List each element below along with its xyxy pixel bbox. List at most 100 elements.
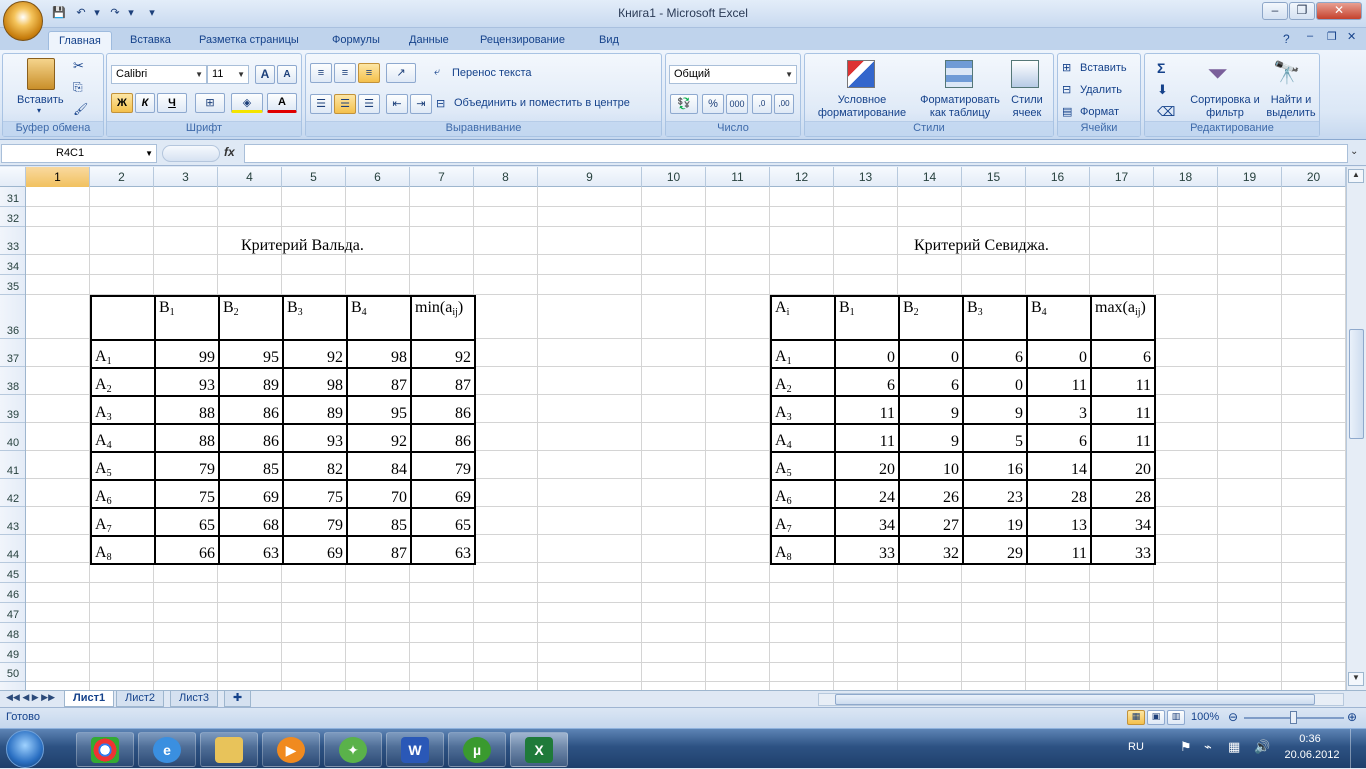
customize-qat-icon[interactable]: ▾ — [146, 5, 158, 22]
row-header[interactable]: 50 — [0, 663, 25, 682]
table-cell[interactable]: 89 — [282, 395, 348, 425]
horizontal-scrollbar[interactable] — [818, 693, 1344, 706]
office-button[interactable] — [3, 1, 43, 41]
format-as-table-button[interactable]: Форматировать как таблицу — [915, 94, 1005, 120]
italic-button[interactable]: К — [135, 93, 155, 113]
wrap-text-icon[interactable]: ⤶ — [434, 66, 440, 79]
expand-formula-bar-icon[interactable]: ⌄ — [1350, 146, 1358, 157]
row-header[interactable]: 44 — [0, 535, 25, 563]
paste-button[interactable]: Вставить — [17, 94, 64, 106]
decrease-indent-icon[interactable]: ⇤ — [386, 94, 408, 114]
table-header-cell[interactable]: B4 — [346, 295, 412, 341]
table-cell[interactable]: 11 — [1090, 395, 1156, 425]
taskbar-messenger[interactable]: ✦ — [324, 732, 382, 767]
table-cell[interactable]: 11 — [834, 395, 900, 425]
row-label-cell[interactable]: A5 — [90, 451, 156, 481]
row-label-cell[interactable]: A1 — [90, 339, 156, 369]
table-cell[interactable]: 79 — [410, 451, 476, 481]
fill-color-icon[interactable]: ◈ — [231, 93, 263, 113]
table-cell[interactable]: 87 — [410, 367, 476, 397]
table-cell[interactable]: 93 — [282, 423, 348, 453]
save-icon[interactable]: 💾 — [50, 5, 68, 22]
table-header-cell[interactable]: B3 — [962, 295, 1028, 341]
currency-format-icon[interactable]: 💱 — [670, 94, 698, 114]
table-cell[interactable]: 9 — [898, 423, 964, 453]
column-header[interactable]: 15 — [962, 167, 1026, 187]
format-cells-icon[interactable]: ▤ — [1062, 105, 1072, 118]
table-cell[interactable]: 98 — [346, 339, 412, 369]
table-cell[interactable]: 20 — [834, 451, 900, 481]
taskbar-ie[interactable]: e — [138, 732, 196, 767]
tab-insert[interactable]: Вставка — [120, 31, 181, 50]
taskbar-explorer[interactable] — [200, 732, 258, 767]
tab-view[interactable]: Вид — [589, 31, 629, 50]
column-header[interactable]: 18 — [1154, 167, 1218, 187]
wrap-text-button[interactable]: Перенос текста — [452, 67, 532, 79]
sort-filter-icon[interactable]: ⏷ — [1207, 58, 1228, 90]
table-cell[interactable]: 86 — [218, 423, 284, 453]
table-cell[interactable]: 6 — [898, 367, 964, 397]
row-header[interactable]: 34 — [0, 255, 25, 275]
table-cell[interactable]: 85 — [218, 451, 284, 481]
page-break-view-icon[interactable]: ▥ — [1167, 710, 1185, 725]
table-cell[interactable]: 32 — [898, 535, 964, 565]
tab-data[interactable]: Данные — [399, 31, 459, 50]
row-label-cell[interactable]: A4 — [770, 423, 836, 453]
column-header[interactable]: 5 — [282, 167, 346, 187]
find-select-icon[interactable]: 🔭 — [1273, 60, 1300, 86]
column-header[interactable]: 3 — [154, 167, 218, 187]
align-middle-icon[interactable]: ≡ — [334, 63, 356, 83]
column-header[interactable]: 12 — [770, 167, 834, 187]
table-cell[interactable]: 95 — [218, 339, 284, 369]
column-header[interactable]: 10 — [642, 167, 706, 187]
align-center-icon[interactable]: ☰ — [334, 94, 356, 114]
row-header[interactable]: 48 — [0, 623, 25, 643]
table-header-cell[interactable]: max(aij) — [1090, 295, 1156, 341]
delete-cells-button[interactable]: Удалить — [1080, 84, 1122, 96]
tab-formulas[interactable]: Формулы — [322, 31, 390, 50]
help-icon[interactable]: ? — [1283, 32, 1290, 46]
column-header[interactable]: 6 — [346, 167, 410, 187]
column-header[interactable]: 19 — [1218, 167, 1282, 187]
column-header[interactable]: 11 — [706, 167, 770, 187]
undo-dropdown-icon[interactable]: ▾ — [92, 5, 102, 22]
table-header-cell[interactable]: min(aij) — [410, 295, 476, 341]
column-header[interactable]: 7 — [410, 167, 474, 187]
show-desktop-button[interactable] — [1350, 729, 1366, 769]
thousands-format-icon[interactable]: 000 — [726, 94, 748, 114]
horizontal-scroll-thumb[interactable] — [835, 694, 1315, 705]
align-top-icon[interactable]: ≡ — [310, 63, 332, 83]
table-header-cell[interactable]: B3 — [282, 295, 348, 341]
table-cell[interactable]: 33 — [834, 535, 900, 565]
row-header[interactable]: 39 — [0, 395, 25, 423]
table-cell[interactable]: 10 — [898, 451, 964, 481]
table-cell[interactable]: 75 — [282, 479, 348, 509]
table-cell[interactable]: 11 — [1090, 367, 1156, 397]
table-cell[interactable]: 11 — [1026, 367, 1092, 397]
start-button[interactable] — [6, 730, 44, 768]
table-cell[interactable]: 3 — [1026, 395, 1092, 425]
row-header[interactable]: 41 — [0, 451, 25, 479]
sort-filter-button[interactable]: Сортировка и фильтр — [1187, 94, 1263, 120]
increase-decimal-icon[interactable]: ,0 — [752, 94, 772, 114]
row-label-cell[interactable]: A6 — [90, 479, 156, 509]
clear-icon[interactable]: ⌫ — [1157, 104, 1175, 120]
row-header[interactable]: 43 — [0, 507, 25, 535]
table-cell[interactable]: 87 — [346, 367, 412, 397]
table-cell[interactable]: 0 — [898, 339, 964, 369]
table-cell[interactable]: 79 — [154, 451, 220, 481]
table-cell[interactable]: 24 — [834, 479, 900, 509]
table-cell[interactable]: 99 — [154, 339, 220, 369]
scroll-up-icon[interactable]: ▲ — [1348, 169, 1364, 183]
percent-format-icon[interactable]: % — [702, 94, 724, 114]
align-right-icon[interactable]: ☰ — [358, 94, 380, 114]
insert-cells-button[interactable]: Вставить — [1080, 62, 1127, 74]
merge-center-button[interactable]: Объединить и поместить в центре — [454, 97, 630, 109]
table-cell[interactable]: 6 — [962, 339, 1028, 369]
row-header[interactable]: 37 — [0, 339, 25, 367]
row-header[interactable]: 36 — [0, 295, 25, 339]
vertical-scroll-thumb[interactable] — [1349, 329, 1364, 439]
increase-indent-icon[interactable]: ⇥ — [410, 94, 432, 114]
table-cell[interactable]: 9 — [898, 395, 964, 425]
autosum-icon[interactable]: Σ — [1157, 60, 1165, 76]
